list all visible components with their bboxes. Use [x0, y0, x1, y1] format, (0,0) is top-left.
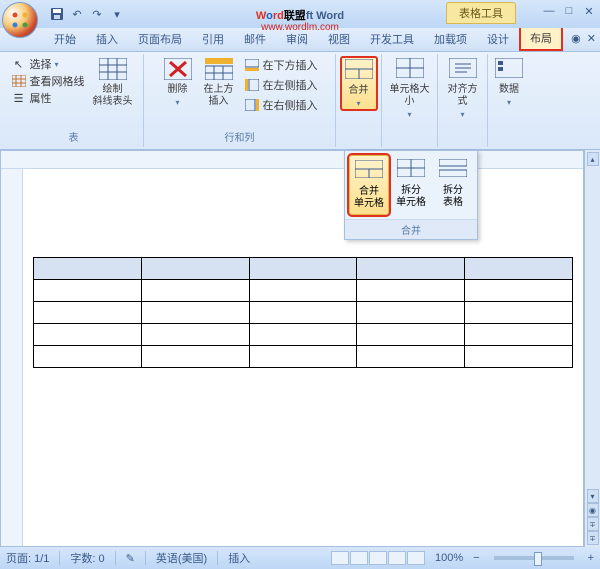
insert-left-button[interactable]: 在左侧插入 [242, 76, 320, 94]
horizontal-ruler[interactable] [1, 151, 583, 169]
merge-dropdown-panel: 合并 单元格 拆分 单元格 拆分 表格 合并 [344, 150, 478, 240]
table-row [34, 258, 573, 280]
select-button[interactable]: ↖选择▾ [11, 56, 85, 72]
view-buttons[interactable] [331, 551, 425, 565]
tab-design[interactable]: 设计 [477, 27, 519, 51]
browse-object-icon[interactable]: ∓ [587, 517, 599, 531]
dropdown-footer: 合并 [345, 219, 477, 239]
office-button[interactable] [2, 2, 38, 38]
vertical-scrollbar[interactable]: ▴ ▾ ◉ ∓ ∓ [584, 150, 600, 547]
table-row [34, 280, 573, 302]
tab-page-layout[interactable]: 页面布局 [128, 27, 192, 51]
properties-button[interactable]: ☰属性 [11, 90, 85, 106]
delete-x-icon [164, 58, 192, 82]
table-row [34, 346, 573, 368]
properties-icon: ☰ [11, 90, 27, 106]
view-full-screen-icon[interactable] [350, 551, 368, 565]
tab-addins[interactable]: 加载项 [424, 27, 477, 51]
split-table-button[interactable]: 拆分 表格 [433, 155, 473, 215]
tab-developer[interactable]: 开发工具 [360, 27, 424, 51]
group-label-rows-cols: 行和列 [148, 128, 331, 145]
undo-icon[interactable]: ↶ [68, 5, 86, 23]
cell-size-icon [396, 58, 424, 82]
watermark-url: www.wordlm.com [261, 22, 339, 33]
table-icon [99, 58, 127, 82]
qat-more-icon[interactable]: ▾ [108, 5, 126, 23]
view-draft-icon[interactable] [407, 551, 425, 565]
minimize-button[interactable]: — [542, 4, 556, 18]
next-page-icon[interactable]: ∓ [587, 531, 599, 545]
zoom-in-button[interactable]: + [588, 552, 594, 564]
status-words[interactable]: 字数: 0 [70, 550, 104, 566]
maximize-button[interactable]: □ [562, 4, 576, 18]
pointer-icon: ↖ [11, 56, 27, 72]
view-outline-icon[interactable] [388, 551, 406, 565]
document-table[interactable] [33, 257, 573, 368]
page[interactable] [23, 169, 583, 546]
status-proofing-icon[interactable]: ✎ [126, 552, 135, 565]
delete-button[interactable]: 删除▾ [160, 56, 196, 109]
insert-below-button[interactable]: 在下方插入 [242, 56, 320, 74]
document-area[interactable] [0, 150, 584, 547]
tab-home[interactable]: 开始 [44, 27, 86, 51]
help-icon[interactable]: ◉ [571, 32, 581, 45]
draw-diagonal-header-button[interactable]: 绘制 斜线表头 [89, 56, 137, 110]
merge-cells-icon [355, 160, 383, 184]
cell-size-button[interactable]: 单元格大小▾ [382, 56, 438, 121]
zoom-level[interactable]: 100% [435, 552, 463, 564]
table-row [34, 324, 573, 346]
tab-layout[interactable]: 布局 [519, 25, 563, 51]
insert-row-below-icon [244, 57, 260, 73]
scroll-up-icon[interactable]: ▴ [587, 152, 599, 166]
insert-row-above-icon [205, 58, 233, 82]
merge-dropdown-button[interactable]: 合并▾ [340, 56, 378, 111]
view-print-layout-icon[interactable] [331, 551, 349, 565]
insert-above-button[interactable]: 在上方 插入 [200, 56, 238, 110]
align-icon [449, 58, 477, 82]
split-cells-icon [397, 159, 425, 183]
zoom-out-button[interactable]: − [473, 552, 479, 564]
status-mode[interactable]: 插入 [228, 550, 250, 566]
group-label-table: 表 [8, 128, 139, 145]
redo-icon[interactable]: ↷ [88, 5, 106, 23]
tab-references[interactable]: 引用 [192, 27, 234, 51]
merge-icon [345, 59, 373, 83]
view-gridlines-button[interactable]: 查看网格线 [11, 73, 85, 89]
close-button[interactable]: ✕ [582, 4, 596, 18]
save-icon[interactable] [48, 5, 66, 23]
zoom-slider[interactable] [494, 556, 574, 560]
grid-icon [11, 73, 27, 89]
merge-cells-button[interactable]: 合并 单元格 [349, 155, 389, 215]
status-language[interactable]: 英语(美国) [156, 550, 207, 566]
prev-page-icon[interactable]: ◉ [587, 503, 599, 517]
insert-col-right-icon [244, 97, 260, 113]
alignment-button[interactable]: 对齐方式▾ [442, 56, 483, 121]
status-page[interactable]: 页面: 1/1 [6, 550, 49, 566]
data-button[interactable]: 数据▾ [491, 56, 527, 109]
insert-right-button[interactable]: 在右侧插入 [242, 96, 320, 114]
app-title: Word联盟ft Word [256, 6, 344, 23]
scroll-down-icon[interactable]: ▾ [587, 489, 599, 503]
table-row [34, 302, 573, 324]
context-tab-table-tools: 表格工具 [446, 2, 516, 24]
view-web-layout-icon[interactable] [369, 551, 387, 565]
split-cells-button[interactable]: 拆分 单元格 [391, 155, 431, 215]
split-table-icon [439, 159, 467, 183]
vertical-ruler[interactable] [1, 169, 23, 546]
tab-insert[interactable]: 插入 [86, 27, 128, 51]
ribbon-close-icon[interactable]: ✕ [587, 32, 596, 45]
data-icon [495, 58, 523, 82]
insert-col-left-icon [244, 77, 260, 93]
